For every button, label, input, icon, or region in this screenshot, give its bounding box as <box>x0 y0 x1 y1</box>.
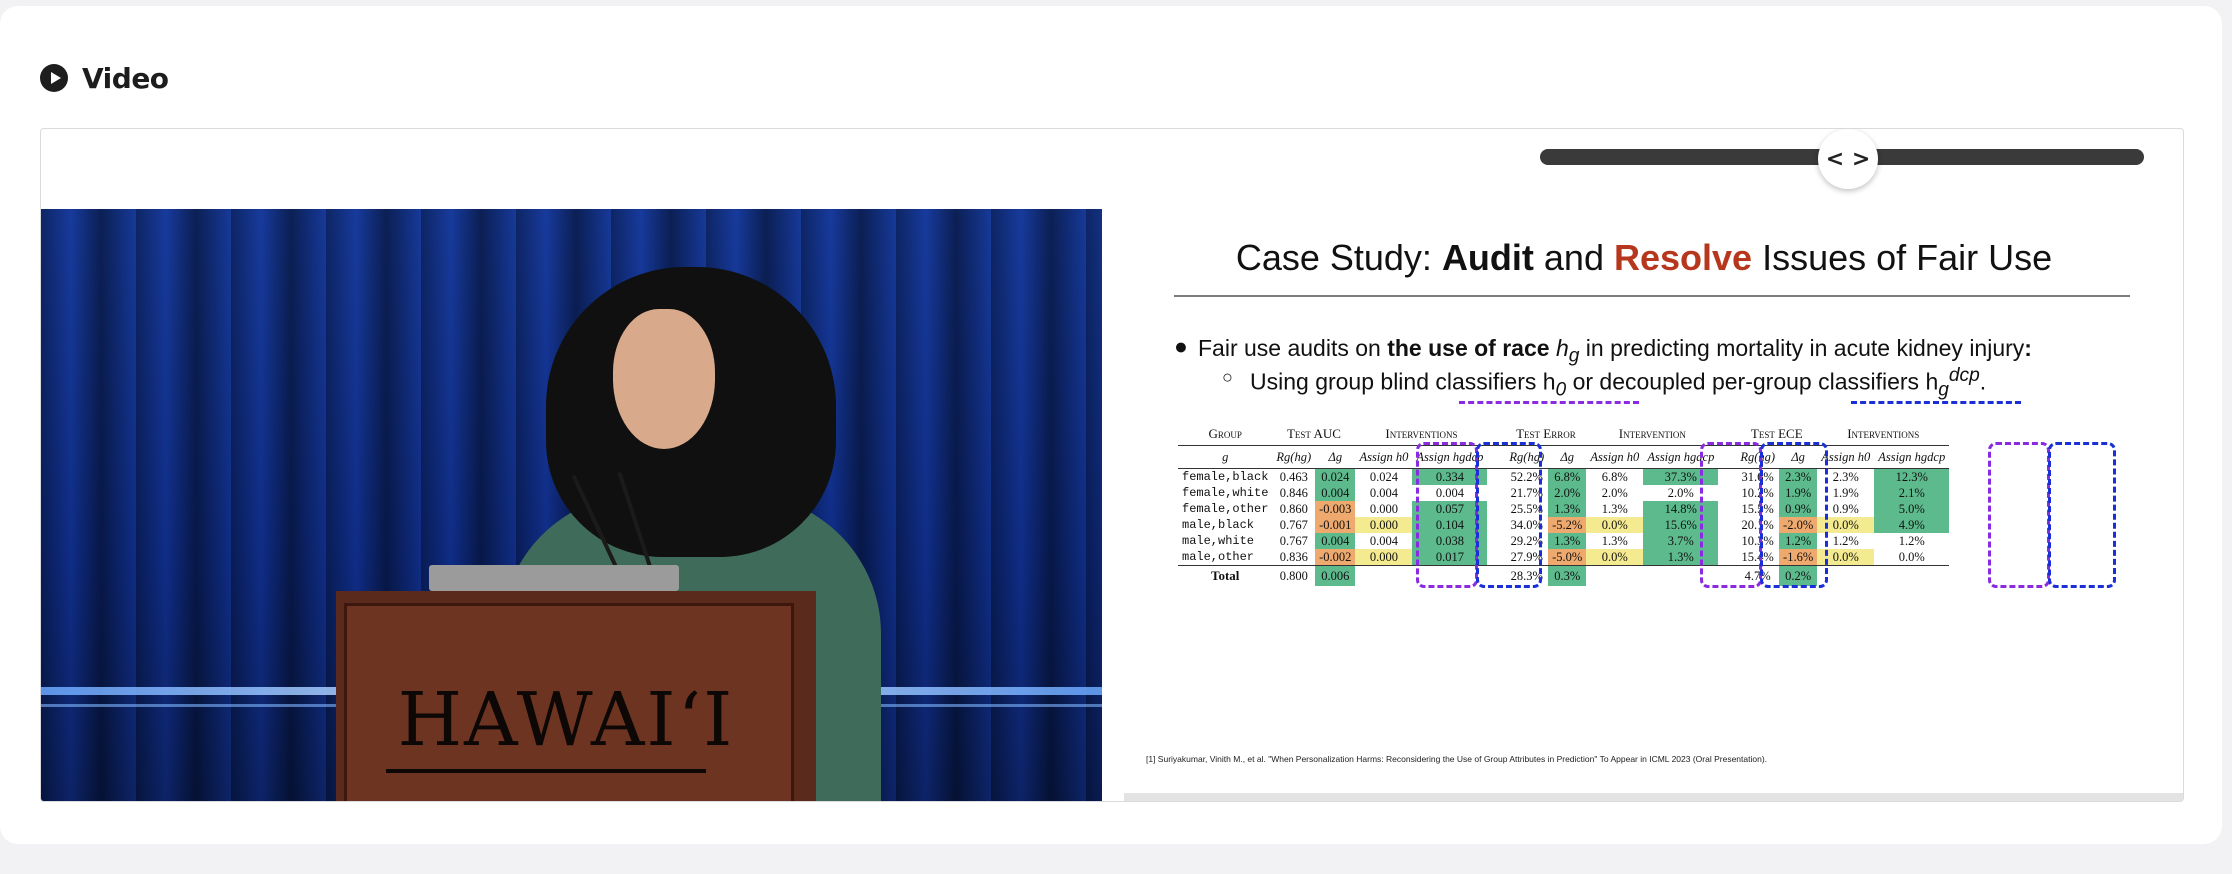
speaker-face <box>613 309 715 449</box>
video-card: Video HAWAIʻI < > Case Study: Audit and … <box>0 6 2222 844</box>
intervention-box-ece-hdcp <box>2048 442 2116 588</box>
slide-title: Case Study: Audit and Resolve Issues of … <box>1235 237 2053 278</box>
table-total-row: Total 0.800 0.006 28.3% 0.3% 4.7% 0.2% <box>1178 565 1950 586</box>
intervention-box-ece-h0 <box>1988 442 2050 588</box>
slide-divider <box>1174 295 2130 297</box>
speaker-video[interactable]: HAWAIʻI <box>41 209 1102 801</box>
laptop <box>429 565 679 591</box>
slide-bullet-2: ○ Using group blind classifiers h0 or de… <box>1222 365 1987 401</box>
table-row: female,white 0.846 0.004 0.004 0.004 21.… <box>1178 485 1950 501</box>
presentation-slide: Case Study: Audit and Resolve Issues of … <box>1124 209 2183 801</box>
slide-citation: [1] Suriyakumar, Vinith M., et al. "When… <box>1146 754 1768 764</box>
table-row: female,black 0.463 0.024 0.024 0.334 52.… <box>1178 468 1950 485</box>
podium-logo: HAWAIʻI <box>397 677 735 763</box>
slide-progress-bar <box>1124 793 2183 801</box>
table-group-header: Group Test AUC Interventions Test Error … <box>1208 426 1920 441</box>
table-row: male,black 0.767 -0.001 0.000 0.104 34.0… <box>1178 517 1950 533</box>
table-row: female,other 0.860 -0.003 0.000 0.057 25… <box>1178 501 1950 517</box>
chevrons-left-right-icon: < > <box>1825 146 1871 172</box>
underline-decoupled <box>1851 401 2021 404</box>
slide-bullet-1: ● Fair use audits on the use of race hg … <box>1174 333 2032 367</box>
video-player[interactable]: HAWAIʻI < > Case Study: Audit and Resolv… <box>40 128 2184 802</box>
table-sub-header: g Rg(hg) Δg Assign h0 Assign hgdcp Rg(hg… <box>1178 445 1950 469</box>
play-circle-icon <box>40 64 68 92</box>
results-table: Group Test AUC Interventions Test Error … <box>1178 423 1950 586</box>
bullet-dot-icon: ● <box>1174 333 1188 359</box>
bullet-ring-icon: ○ <box>1222 367 1233 387</box>
table-row: male,other 0.836 -0.002 0.000 0.017 27.9… <box>1182 549 1925 566</box>
comparison-slider-handle[interactable]: < > <box>1818 129 1878 189</box>
underline-group-blind <box>1459 401 1639 404</box>
section-header: Video <box>40 58 169 98</box>
section-title: Video <box>82 61 169 95</box>
podium-logo-underline <box>386 769 706 773</box>
table-row: male,white 0.767 0.004 0.004 0.038 29.2%… <box>1182 533 1925 549</box>
